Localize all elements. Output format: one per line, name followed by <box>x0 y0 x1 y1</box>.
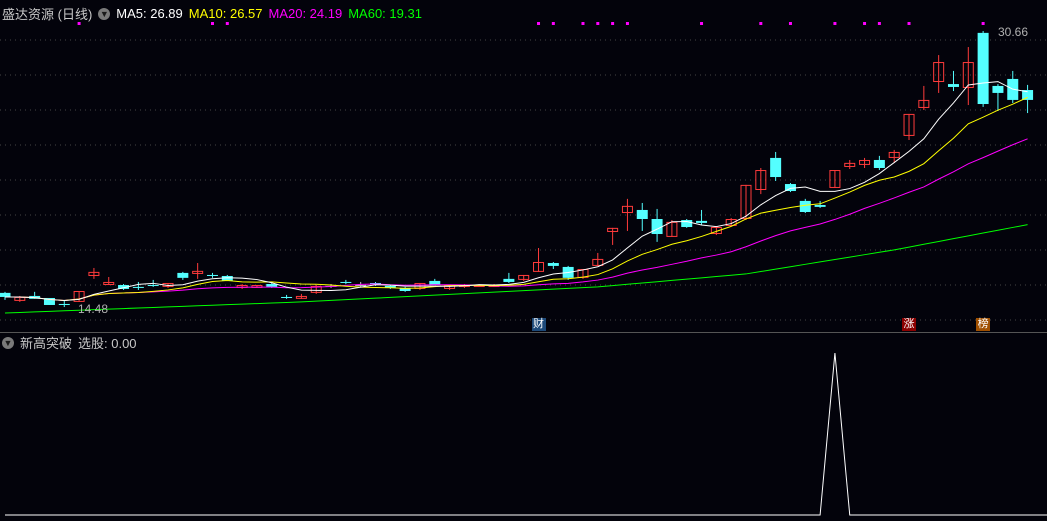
ma20-value: MA20: 24.19 <box>268 6 343 21</box>
low-price-label: 14.48 <box>78 302 109 316</box>
event-badge[interactable]: 涨 <box>902 318 917 331</box>
chevron-down-icon[interactable]: ▼ <box>98 7 111 20</box>
candle-down <box>770 157 782 178</box>
signal-marker <box>611 22 615 25</box>
kline-chart[interactable] <box>0 0 1047 521</box>
candle-down <box>355 285 367 287</box>
candle-down <box>651 219 663 235</box>
candle-down <box>992 85 1004 93</box>
signal-marker <box>551 22 555 25</box>
indicator-pane-header: ▼ 新高突破 选股: 0.00 <box>2 333 137 352</box>
candle-down <box>799 200 811 213</box>
signal-marker <box>537 22 541 25</box>
signal-marker <box>596 22 600 25</box>
candle-down <box>340 281 352 283</box>
candle-down <box>873 159 885 168</box>
signal-marker <box>863 22 867 25</box>
candle-down <box>147 285 159 287</box>
signal-marker <box>981 22 985 25</box>
candle-down <box>947 84 959 87</box>
indicator-name: 新高突破 <box>20 336 73 351</box>
signal-marker <box>759 22 763 25</box>
candle-down <box>58 303 70 305</box>
signal-marker <box>833 22 837 25</box>
candle-down <box>696 220 708 223</box>
ma5-line <box>5 81 1028 302</box>
high-price-label: 30.66 <box>998 25 1029 39</box>
candle-down <box>132 286 144 288</box>
ma5-value: MA5: 26.89 <box>116 6 183 21</box>
ma60-value: MA60: 19.31 <box>348 6 422 21</box>
chevron-down-icon[interactable]: ▼ <box>2 336 14 349</box>
main-pane-header: 盛达资源 (日线) ▼ MA5: 26.89 MA10: 26.57 MA20:… <box>2 4 422 23</box>
indicator-line <box>5 352 1047 516</box>
candle-down <box>547 263 559 266</box>
signal-marker <box>788 22 792 25</box>
candle-down <box>977 32 989 105</box>
ma60-line <box>4 224 1028 314</box>
event-badge[interactable]: 财 <box>531 318 546 331</box>
candle-down <box>503 278 515 282</box>
candle-down <box>206 274 218 276</box>
event-badge[interactable]: 榜 <box>976 318 991 331</box>
indicator-value: 选股: 0.00 <box>78 336 137 351</box>
stock-title: 盛达资源 (日线) <box>2 7 93 22</box>
ma10-value: MA10: 26.57 <box>188 6 263 21</box>
signal-marker <box>581 22 585 25</box>
signal-marker <box>877 22 881 25</box>
candle-down <box>281 296 293 298</box>
candle-down <box>177 272 189 278</box>
candle-down <box>814 205 826 207</box>
candle-down <box>636 209 648 220</box>
ma10-line <box>5 96 1028 302</box>
signal-marker <box>700 22 704 25</box>
candle-down <box>0 292 11 297</box>
signal-marker <box>625 22 629 25</box>
signal-marker <box>907 22 911 25</box>
